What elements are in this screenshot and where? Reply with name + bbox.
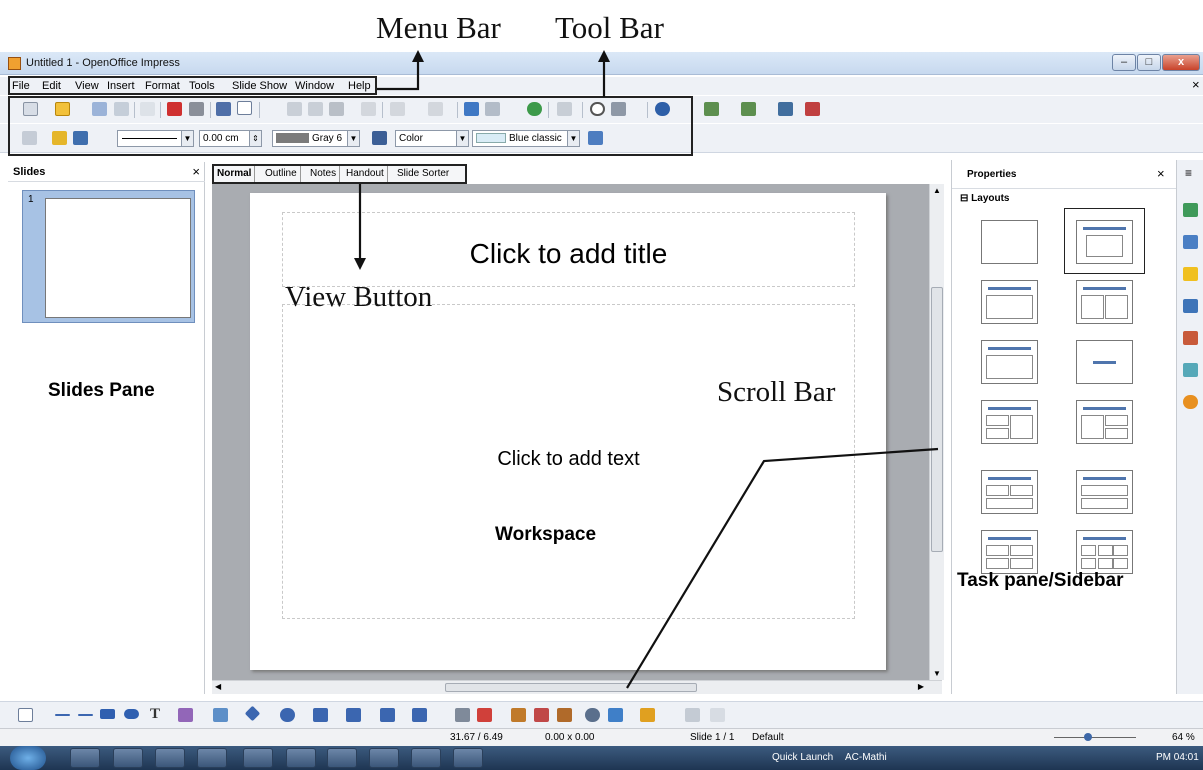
annotation-arrows — [354, 50, 939, 689]
view-button-arrowhead — [354, 258, 366, 270]
menu-bar-arrowhead — [412, 50, 424, 62]
scroll-bar-leader-line — [626, 447, 939, 689]
menu-bar-arrow-line — [377, 60, 420, 91]
tool-bar-arrowhead — [598, 50, 610, 62]
